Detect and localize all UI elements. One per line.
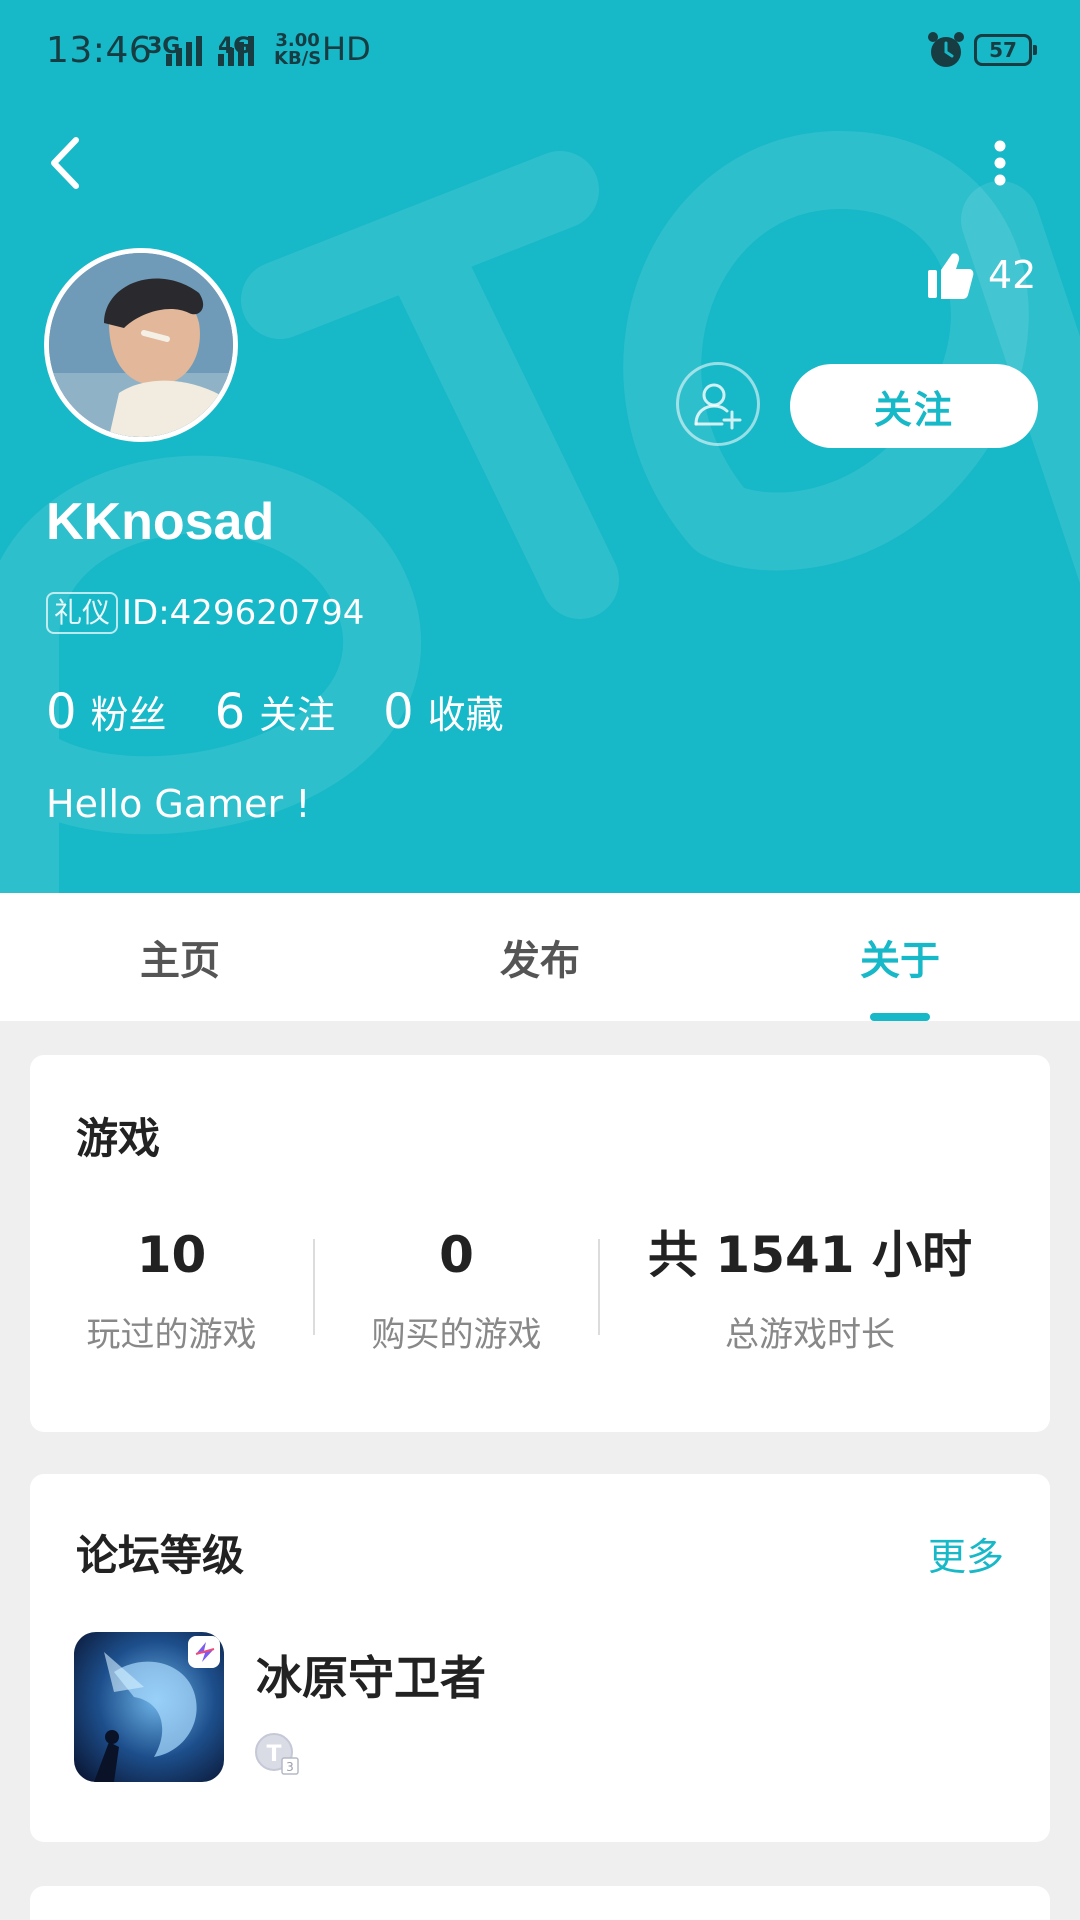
- avatar-illustration: [49, 253, 233, 437]
- profile-header: 13:46 3G 4G 3.00 KB/S HD 57 42 关注 KKnosa…: [0, 0, 1080, 893]
- stat-following[interactable]: 6 关注: [215, 684, 336, 740]
- hd-indicator: HD: [322, 30, 371, 68]
- signal-bars-icon-2: [218, 34, 254, 66]
- stat-label: 玩过的游戏: [86, 1315, 257, 1355]
- games-title: 游戏: [76, 1114, 161, 1163]
- alarm-clock-icon: [928, 32, 964, 67]
- tab-posts[interactable]: 发布: [360, 893, 720, 1021]
- back-arrow-icon[interactable]: [40, 130, 92, 196]
- status-bar: 13:46 3G 4G 3.00 KB/S HD 57: [0, 0, 1080, 104]
- tab-about[interactable]: 关于: [720, 893, 1080, 1021]
- games-purchased-stat[interactable]: 0 购买的游戏: [315, 1225, 598, 1356]
- add-friend-button[interactable]: [676, 362, 760, 446]
- network-speed: 3.00 KB/S: [274, 32, 321, 68]
- games-played-stat[interactable]: 10 玩过的游戏: [30, 1225, 313, 1356]
- stat-value: 共 1541 小时: [648, 1226, 972, 1284]
- likes-count: 42: [988, 253, 1037, 297]
- user-avatar[interactable]: [44, 248, 238, 442]
- games-card: 游戏 10 玩过的游戏 0 购买的游戏 共 1541 小时 总游戏时长: [30, 1055, 1050, 1432]
- stat-label: 购买的游戏: [371, 1315, 542, 1355]
- follow-button[interactable]: 关注: [790, 364, 1038, 448]
- signal-bars-icon: [166, 34, 202, 66]
- speed-unit: KB/S: [274, 48, 322, 69]
- etiquette-badge: 礼仪: [46, 592, 119, 634]
- username: KKnosad: [46, 493, 275, 551]
- stat-value: 10: [136, 1226, 207, 1284]
- stat-favorites[interactable]: 0 收藏: [383, 684, 504, 740]
- tab-label: 发布: [500, 938, 580, 984]
- game-name: 冰原守卫者: [256, 1651, 486, 1705]
- ice-dragon-icon: [74, 1632, 224, 1782]
- game-stats: 10 玩过的游戏 0 购买的游戏 共 1541 小时 总游戏时长: [30, 1225, 1050, 1356]
- user-id: ID:429620794: [122, 593, 365, 633]
- add-user-icon: [694, 383, 742, 430]
- t3-level-badge-icon: T 3: [255, 1733, 299, 1775]
- stat-label: 粉丝: [90, 693, 167, 737]
- game-app-icon[interactable]: [74, 1632, 224, 1782]
- user-bio: Hello Gamer !: [46, 782, 311, 826]
- tab-label: 主页: [140, 938, 220, 984]
- battery-icon: 57: [974, 34, 1037, 66]
- stat-number: 0: [46, 684, 77, 740]
- forum-level-card: 论坛等级 更多 冰原守卫者 T 3: [30, 1474, 1050, 1842]
- user-id-row: 礼仪 ID:429620794: [46, 592, 364, 634]
- forum-level-title: 论坛等级: [76, 1531, 245, 1580]
- stat-label: 关注: [259, 693, 336, 737]
- stat-number: 6: [214, 684, 246, 740]
- stat-label: 总游戏时长: [725, 1315, 895, 1355]
- tab-label: 关于: [860, 938, 940, 984]
- next-card: [30, 1886, 1050, 1920]
- thumbs-up-icon: [928, 253, 974, 299]
- brand-watermark: [0, 131, 1080, 893]
- more-link[interactable]: 更多: [928, 1526, 1004, 1581]
- svg-text:T: T: [266, 1742, 281, 1767]
- playtime-stat[interactable]: 共 1541 小时 总游戏时长: [600, 1225, 1020, 1356]
- stat-number: 0: [383, 684, 414, 740]
- tab-home[interactable]: 主页: [0, 893, 360, 1021]
- more-options-icon[interactable]: [978, 128, 1022, 198]
- profile-tabs: 主页 发布 关于: [0, 893, 1080, 1021]
- status-time: 13:46: [46, 30, 153, 71]
- stat-fans[interactable]: 0 粉丝: [46, 684, 167, 740]
- stat-value: 0: [439, 1226, 474, 1284]
- stat-label: 收藏: [427, 693, 504, 737]
- likes-counter[interactable]: 42: [926, 250, 1036, 300]
- active-tab-indicator: [870, 1013, 930, 1021]
- svg-text:3: 3: [286, 1760, 294, 1774]
- profile-stats: 0 粉丝 6 关注 0 收藏: [46, 684, 552, 740]
